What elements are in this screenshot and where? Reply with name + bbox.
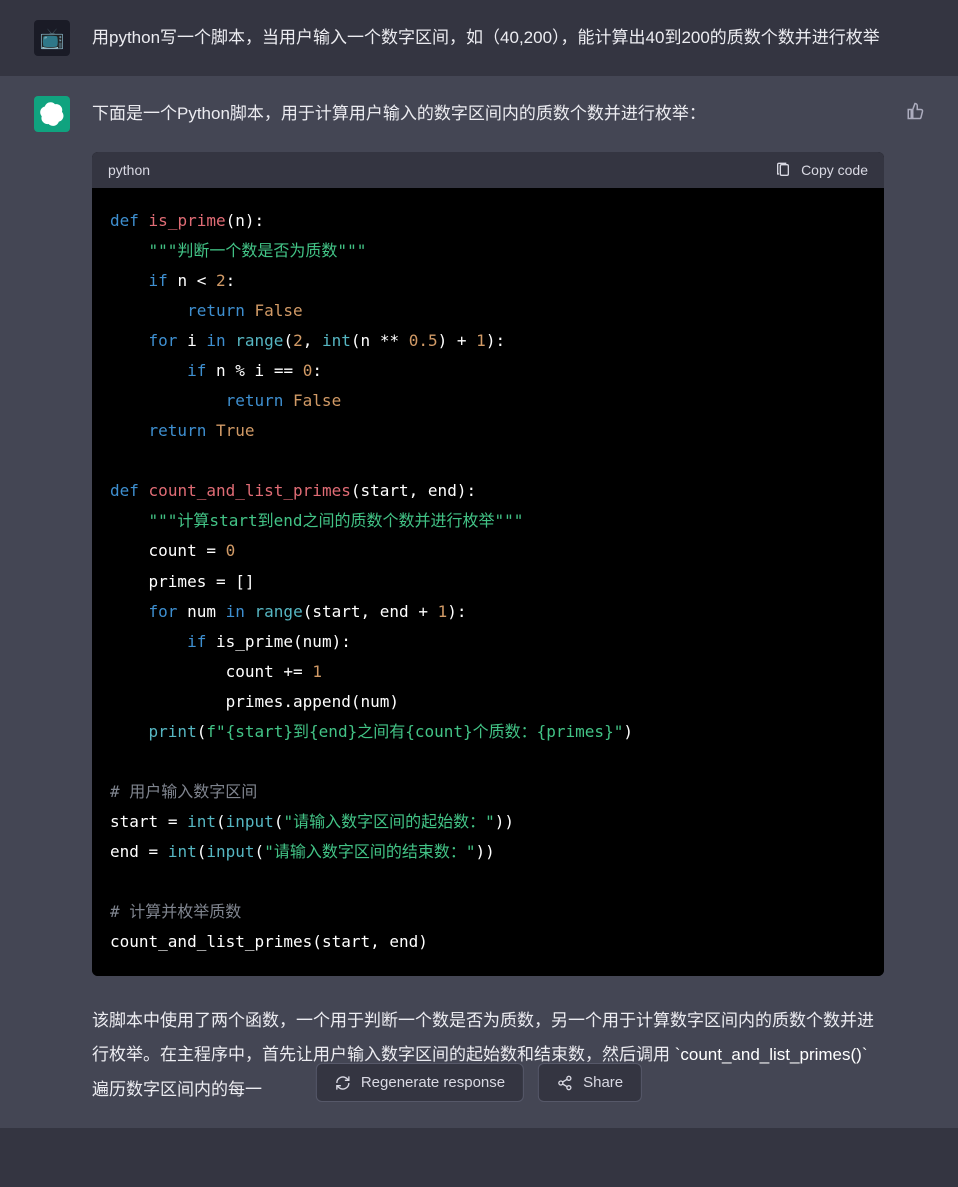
code-header: python Copy code: [92, 152, 884, 188]
user-message-text: 用python写一个脚本，当用户输入一个数字区间，如（40,200），能计算出4…: [92, 23, 924, 54]
floating-action-bar: Regenerate response Share: [316, 1063, 642, 1102]
user-avatar: 📺: [34, 20, 70, 56]
code-body[interactable]: def is_prime(n): """判断一个数是否为质数""" if n <…: [92, 188, 884, 976]
copy-code-label: Copy code: [801, 162, 868, 178]
copy-code-button[interactable]: Copy code: [775, 162, 868, 178]
refresh-icon: [335, 1075, 351, 1091]
thumbs-up-icon[interactable]: [906, 102, 924, 120]
user-message-body: 用python写一个脚本，当用户输入一个数字区间，如（40,200），能计算出4…: [92, 20, 924, 56]
share-button[interactable]: Share: [538, 1063, 642, 1102]
openai-icon: [40, 102, 64, 126]
clipboard-icon: [775, 162, 791, 178]
assistant-intro-text: 下面是一个Python脚本，用于计算用户输入的数字区间内的质数个数并进行枚举：: [92, 99, 884, 130]
assistant-message-row: 下面是一个Python脚本，用于计算用户输入的数字区间内的质数个数并进行枚举： …: [0, 76, 958, 1128]
assistant-avatar: [34, 96, 70, 132]
regenerate-button[interactable]: Regenerate response: [316, 1063, 524, 1102]
message-actions: [906, 96, 924, 1108]
code-language-label: python: [108, 162, 150, 178]
assistant-message-body: 下面是一个Python脚本，用于计算用户输入的数字区间内的质数个数并进行枚举： …: [92, 96, 884, 1108]
share-icon: [557, 1075, 573, 1091]
share-label: Share: [583, 1074, 623, 1091]
user-message-row: 📺 用python写一个脚本，当用户输入一个数字区间，如（40,200），能计算…: [0, 0, 958, 76]
regenerate-label: Regenerate response: [361, 1074, 505, 1091]
code-block: python Copy code def is_prime(n): """判断一…: [92, 152, 884, 976]
